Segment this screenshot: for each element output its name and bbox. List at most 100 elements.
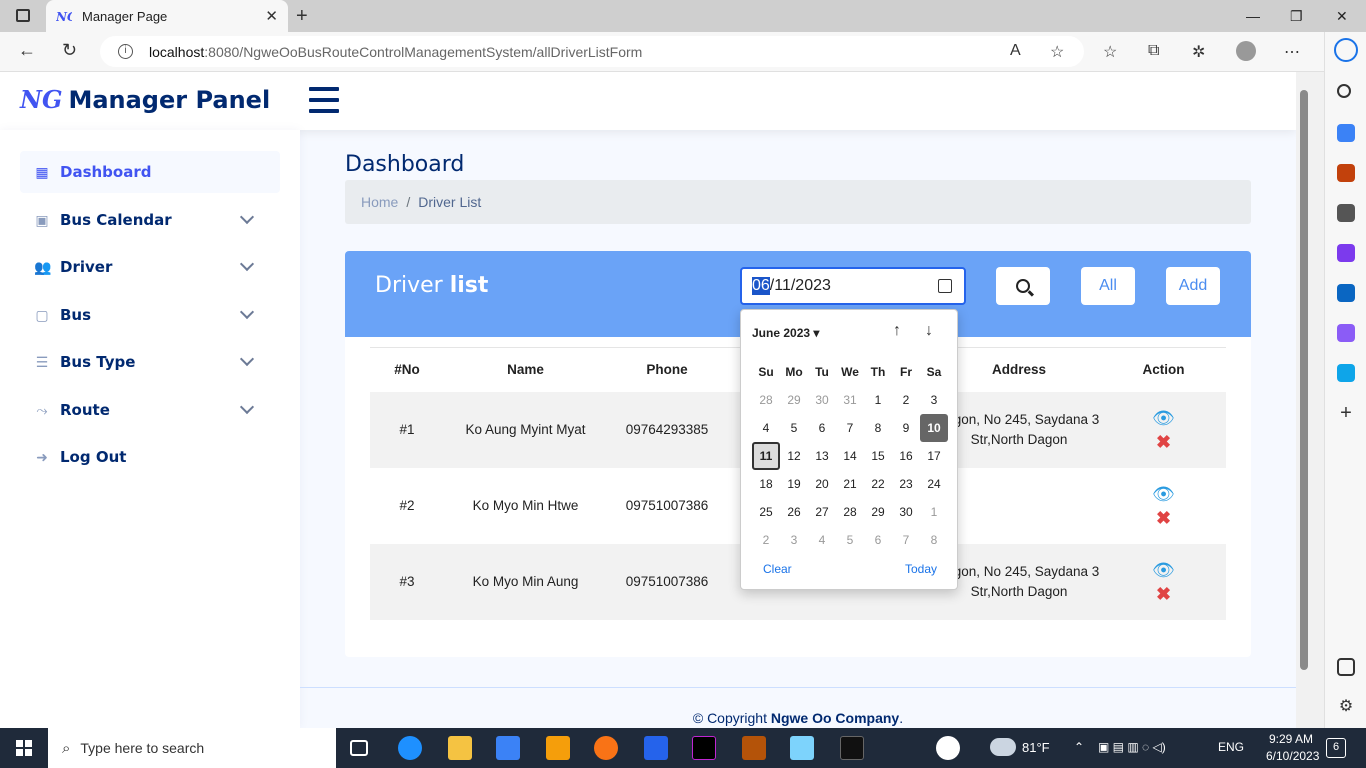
datepicker-day[interactable]: 12	[780, 442, 808, 470]
close-window-icon[interactable]: ✕	[1336, 8, 1348, 25]
language-indicator[interactable]: ENG	[1218, 740, 1244, 754]
notes-app-icon[interactable]	[790, 736, 814, 760]
prev-month-arrow-icon[interactable]: ↑	[893, 322, 901, 340]
designer-icon[interactable]	[1337, 324, 1355, 342]
datepicker-day[interactable]: 13	[808, 442, 836, 470]
datepicker-clear-button[interactable]: Clear	[763, 562, 792, 576]
datepicker-day[interactable]: 31	[836, 386, 864, 414]
task-view-icon[interactable]	[350, 740, 368, 756]
collections-icon[interactable]: ⧉	[1148, 42, 1159, 60]
datepicker-day[interactable]: 2	[752, 526, 780, 554]
bing-icon[interactable]	[1334, 38, 1358, 62]
datepicker-day[interactable]: 15	[864, 442, 892, 470]
datepicker-day[interactable]: 14	[836, 442, 864, 470]
view-eye-icon[interactable]: 👁	[1152, 409, 1175, 427]
datepicker-today-button[interactable]: Today	[905, 562, 937, 576]
datepicker-day[interactable]: 28	[836, 498, 864, 526]
breadcrumb-home[interactable]: Home	[361, 194, 398, 210]
datepicker-day[interactable]: 10	[920, 414, 948, 442]
datepicker-day[interactable]: 11	[752, 442, 780, 470]
datepicker-day[interactable]: 20	[808, 470, 836, 498]
datepicker-day[interactable]: 6	[808, 414, 836, 442]
intellij-icon[interactable]	[692, 736, 716, 760]
datepicker-day[interactable]: 1	[864, 386, 892, 414]
datepicker-day[interactable]: 21	[836, 470, 864, 498]
datepicker-day[interactable]: 25	[752, 498, 780, 526]
sidebar-item-driver[interactable]: 👥 Driver	[20, 246, 280, 288]
datepicker-day[interactable]: 1	[920, 498, 948, 526]
delete-x-icon[interactable]: ✖	[1156, 585, 1171, 603]
refresh-icon[interactable]: ↻	[62, 40, 77, 61]
extensions-icon[interactable]: ✲	[1192, 42, 1205, 62]
delete-x-icon[interactable]: ✖	[1156, 433, 1171, 451]
sidebar-item-route[interactable]: ⤳ Route	[20, 389, 280, 431]
datepicker-day[interactable]: 4	[752, 414, 780, 442]
date-filter-input[interactable]: 06/11/2023	[740, 267, 966, 305]
view-eye-icon[interactable]: 👁	[1152, 561, 1175, 579]
datepicker-day[interactable]: 9	[892, 414, 920, 442]
browser-tab[interactable]: NG Manager Page ✕	[46, 0, 288, 32]
search-button[interactable]	[996, 267, 1050, 305]
favorite-star-icon[interactable]: ☆	[1050, 42, 1064, 62]
weather-temp[interactable]: 81°F	[1022, 740, 1050, 755]
datepicker-day[interactable]: 19	[780, 470, 808, 498]
tray-chevron-icon[interactable]: ⌃	[1074, 740, 1084, 754]
tab-close-icon[interactable]: ✕	[265, 7, 278, 25]
datepicker-day[interactable]: 28	[752, 386, 780, 414]
outlook-icon[interactable]	[1337, 284, 1355, 302]
terminal-app-icon[interactable]	[840, 736, 864, 760]
sidebar-item-bus[interactable]: ▢ Bus	[20, 294, 280, 336]
sidebar-item-dashboard[interactable]: ▦ Dashboard	[20, 151, 280, 193]
datepicker-day[interactable]: 7	[892, 526, 920, 554]
settings-gear-icon[interactable]: ⚙	[1337, 698, 1355, 716]
new-tab-icon[interactable]: +	[296, 6, 308, 26]
python-icon[interactable]	[644, 736, 668, 760]
file-explorer-icon[interactable]	[448, 736, 472, 760]
scrollbar-thumb[interactable]	[1300, 90, 1308, 670]
mail-icon[interactable]	[496, 736, 520, 760]
calendar-picker-icon[interactable]	[938, 279, 952, 293]
datepicker-day[interactable]: 2	[892, 386, 920, 414]
add-button[interactable]: Add	[1166, 267, 1220, 305]
sidebar-item-bus-calendar[interactable]: ▣ Bus Calendar	[20, 199, 280, 241]
back-icon[interactable]: ←	[18, 40, 36, 61]
datepicker-day[interactable]: 5	[780, 414, 808, 442]
all-button[interactable]: All	[1081, 267, 1135, 305]
minimize-icon[interactable]: —	[1246, 8, 1260, 24]
datepicker-day[interactable]: 22	[864, 470, 892, 498]
datepicker-day[interactable]: 29	[780, 386, 808, 414]
weather-cloud-icon[interactable]	[990, 738, 1016, 756]
clock[interactable]: 9:29 AM 6/10/2023	[1266, 732, 1319, 763]
datepicker-day[interactable]: 8	[864, 414, 892, 442]
datepicker-day[interactable]: 26	[780, 498, 808, 526]
profile-avatar-icon[interactable]	[1236, 41, 1256, 61]
datepicker-day[interactable]: 24	[920, 470, 948, 498]
send-icon[interactable]	[1337, 364, 1355, 382]
taskbar-search-box[interactable]: ⌕ Type here to search	[48, 728, 336, 768]
sidebar-item-bus-type[interactable]: ☰ Bus Type	[20, 341, 280, 383]
office-icon[interactable]	[1337, 244, 1355, 262]
datepicker-day[interactable]: 29	[864, 498, 892, 526]
tab-actions-icon[interactable]	[16, 9, 30, 22]
shopping-icon[interactable]	[1337, 124, 1355, 142]
hamburger-menu-icon[interactable]	[309, 87, 339, 120]
sidebar-toggle-icon[interactable]	[1337, 658, 1355, 676]
restore-icon[interactable]: ❐	[1290, 8, 1303, 25]
datepicker-day[interactable]: 6	[864, 526, 892, 554]
datepicker-day[interactable]: 17	[920, 442, 948, 470]
read-aloud-icon[interactable]: A	[1010, 42, 1021, 60]
notifications-icon[interactable]: 6	[1326, 738, 1346, 758]
delete-x-icon[interactable]: ✖	[1156, 509, 1171, 527]
view-eye-icon[interactable]: 👁	[1152, 485, 1175, 503]
datepicker-day[interactable]: 16	[892, 442, 920, 470]
more-menu-icon[interactable]: ⋯	[1284, 42, 1300, 62]
datepicker-day[interactable]: 7	[836, 414, 864, 442]
tools-icon[interactable]	[1337, 164, 1355, 182]
firefox-icon[interactable]	[594, 736, 618, 760]
address-bar[interactable]: i localhost:8080/NgweOoBusRouteControlMa…	[100, 36, 1084, 67]
site-info-icon[interactable]: i	[118, 44, 133, 59]
search-sidebar-icon[interactable]	[1337, 84, 1351, 98]
datepicker-day[interactable]: 4	[808, 526, 836, 554]
datepicker-day[interactable]: 30	[892, 498, 920, 526]
datepicker-day[interactable]: 27	[808, 498, 836, 526]
